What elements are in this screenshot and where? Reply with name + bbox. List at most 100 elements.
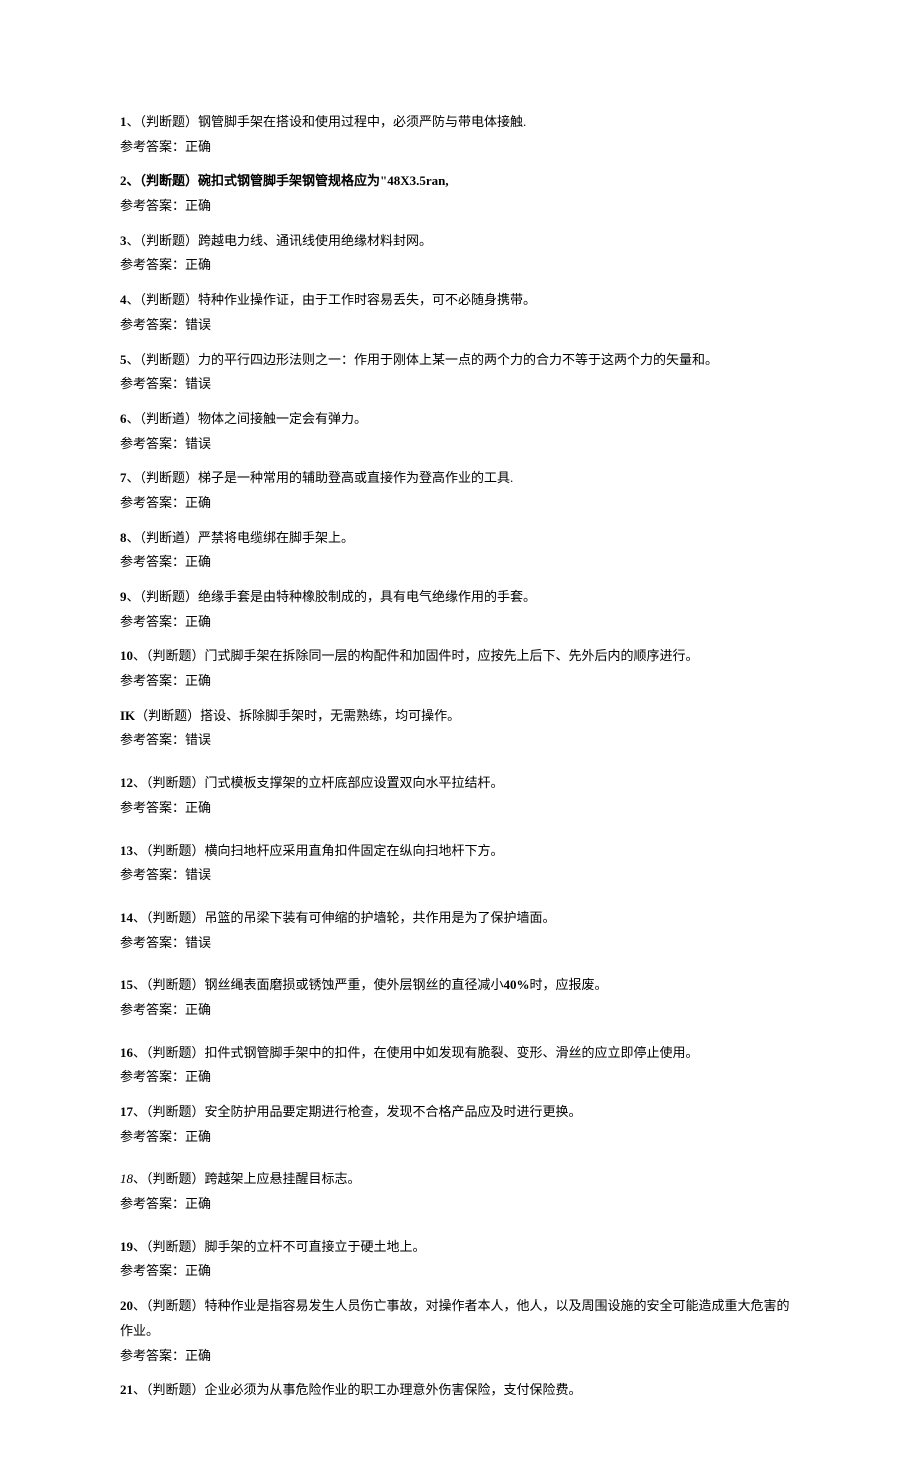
question-text: 、（判断题）特种作业操作证，由于工作时容易丢失，可不必随身携带。 xyxy=(127,292,537,307)
question-line: 3、（判断题）跨越电力线、通讯线使用绝缘材料封网。 xyxy=(120,229,800,254)
answer-value: 正确 xyxy=(185,257,211,272)
answer-label: 参考答案： xyxy=(120,436,185,451)
question-line: IK（判断题）搭设、拆除脚手架时，无需熟练，均可操作。 xyxy=(120,704,800,729)
answer-value: 正确 xyxy=(185,495,211,510)
answer-line: 参考答案：正确 xyxy=(120,491,800,516)
question-line: 21、（判断题）企业必须为从事危险作业的职工办理意外伤害保险，支付保险费。 xyxy=(120,1378,800,1403)
question-text: 、（判断题）扣件式钢管脚手架中的扣件，在使用中如发现有脆裂、变形、滑丝的应立即停… xyxy=(133,1045,699,1060)
answer-label: 参考答案： xyxy=(120,935,185,950)
answer-label: 参考答案： xyxy=(120,317,185,332)
answer-line: 参考答案：正确 xyxy=(120,550,800,575)
question-line: 10、（判断题）门式脚手架在拆除同一层的构配件和加固件时，应按先上后下、先外后内… xyxy=(120,644,800,669)
answer-line: 参考答案：正确 xyxy=(120,796,800,821)
question-line: 13、（判断题）横向扫地杆应采用直角扣件固定在纵向扫地杆下方。 xyxy=(120,839,800,864)
question-text: 、（判断题）脚手架的立杆不可直接立于硬土地上。 xyxy=(133,1239,426,1254)
question-line: 14、（判断题）吊篮的吊梁下装有可伸缩的护墙轮，共作用是为了保护墙面。 xyxy=(120,906,800,931)
answer-line: 参考答案：正确 xyxy=(120,194,800,219)
answer-label: 参考答案： xyxy=(120,614,185,629)
answer-value: 正确 xyxy=(185,1263,211,1278)
question-line: 9、（判断题）绝缘手套是由特种橡胶制成的，具有电气绝缘作用的手套。 xyxy=(120,585,800,610)
question-number: IK xyxy=(120,708,135,723)
document-page: 1、（判断题）钢管脚手架在搭设和使用过程中，必须严防与带电体接触.参考答案：正确… xyxy=(0,0,920,1463)
answer-line: 参考答案：正确 xyxy=(120,1192,800,1217)
answer-value: 错误 xyxy=(185,867,211,882)
question-line: 17、（判断题）安全防护用品要定期进行枪查，发现不合格产品应及时进行更换。 xyxy=(120,1100,800,1125)
answer-value: 错误 xyxy=(185,732,211,747)
question-line: 7、（判断题）梯子是一种常用的辅助登高或直接作为登高作业的工具. xyxy=(120,466,800,491)
answer-line: 参考答案：正确 xyxy=(120,1125,800,1150)
question-line: 15、（判断题）钢丝绳表面磨损或锈蚀严重，使外层钢丝的直径减小40%时，应报废。 xyxy=(120,973,800,998)
answer-line: 参考答案：正确 xyxy=(120,1065,800,1090)
answer-value: 正确 xyxy=(185,1002,211,1017)
answer-value: 正确 xyxy=(185,554,211,569)
question-text: 、（判断题）跨越架上应悬挂醒目标志。 xyxy=(133,1171,361,1186)
question-text: 、（判断题）特种作业是指容易发生人员伤亡事故，对操作者本人，他人，以及周围设施的… xyxy=(120,1298,790,1338)
question-text: 、（判断题）跨越电力线、通讯线使用绝缘材料封网。 xyxy=(127,233,433,248)
question-text: 、（判断题）钢丝绳表面磨损或锈蚀严重，使外层钢丝的直径减小40%时，应报废。 xyxy=(133,977,608,992)
answer-label: 参考答案： xyxy=(120,495,185,510)
answer-label: 参考答案： xyxy=(120,257,185,272)
answer-label: 参考答案： xyxy=(120,554,185,569)
question-text: 、（判断题）安全防护用品要定期进行枪查，发现不合格产品应及时进行更换。 xyxy=(133,1104,582,1119)
question-line: 16、（判断题）扣件式钢管脚手架中的扣件，在使用中如发现有脆裂、变形、滑丝的应立… xyxy=(120,1041,800,1066)
answer-value: 正确 xyxy=(185,673,211,688)
question-line: 18、（判断题）跨越架上应悬挂醒目标志。 xyxy=(120,1167,800,1192)
answer-label: 参考答案： xyxy=(120,1002,185,1017)
question-number: 14 xyxy=(120,910,133,925)
answer-label: 参考答案： xyxy=(120,867,185,882)
question-line: 8、（判断遒）严禁将电缆绑在脚手架上。 xyxy=(120,526,800,551)
answer-value: 正确 xyxy=(185,800,211,815)
question-number: 10 xyxy=(120,648,133,663)
answer-value: 正确 xyxy=(185,1069,211,1084)
answer-line: 参考答案：错误 xyxy=(120,372,800,397)
answer-value: 正确 xyxy=(185,139,211,154)
question-line: 19、（判断题）脚手架的立杆不可直接立于硬土地上。 xyxy=(120,1235,800,1260)
answer-label: 参考答案： xyxy=(120,1263,185,1278)
question-text: 、（判断题）钢管脚手架在搭设和使用过程中，必须严防与带电体接触. xyxy=(127,114,527,129)
answer-line: 参考答案：正确 xyxy=(120,253,800,278)
answer-line: 参考答案：正确 xyxy=(120,610,800,635)
question-number: 12 xyxy=(120,775,133,790)
question-number: 17 xyxy=(120,1104,133,1119)
answer-value: 错误 xyxy=(185,317,211,332)
question-line: 5、（判断题）力的平行四边形法则之一：作用于刚体上某一点的两个力的合力不等于这两… xyxy=(120,348,800,373)
question-number: 18 xyxy=(120,1171,133,1186)
answer-label: 参考答案： xyxy=(120,376,185,391)
question-line: 4、（判断题）特种作业操作证，由于工作时容易丢失，可不必随身携带。 xyxy=(120,288,800,313)
question-text: 、（判断题）吊篮的吊梁下装有可伸缩的护墙轮，共作用是为了保护墙面。 xyxy=(133,910,556,925)
question-number: 20 xyxy=(120,1298,133,1313)
question-text: 、（判断遒）物体之间接触一定会有弹力。 xyxy=(127,411,368,426)
answer-label: 参考答案： xyxy=(120,1069,185,1084)
answer-value: 正确 xyxy=(185,1129,211,1144)
question-text: 、（判断题）梯子是一种常用的辅助登高或直接作为登高作业的工具. xyxy=(127,470,514,485)
answer-label: 参考答案： xyxy=(120,1196,185,1211)
answer-line: 参考答案：错误 xyxy=(120,728,800,753)
answer-label: 参考答案： xyxy=(120,1129,185,1144)
question-text: 、（判断题）绝缘手套是由特种橡胶制成的，具有电气绝缘作用的手套。 xyxy=(127,589,537,604)
question-number: 15 xyxy=(120,977,133,992)
answer-line: 参考答案：正确 xyxy=(120,1344,800,1369)
answer-line: 参考答案：正确 xyxy=(120,135,800,160)
answer-value: 正确 xyxy=(185,1348,211,1363)
question-text: 、（判断题）横向扫地杆应采用直角扣件固定在纵向扫地杆下方。 xyxy=(133,843,504,858)
question-text: 、（判断题）门式脚手架在拆除同一层的构配件和加固件时，应按先上后下、先外后内的顺… xyxy=(133,648,699,663)
answer-label: 参考答案： xyxy=(120,673,185,688)
answer-value: 正确 xyxy=(185,614,211,629)
answer-line: 参考答案：错误 xyxy=(120,863,800,888)
answer-line: 参考答案：正确 xyxy=(120,1259,800,1284)
answer-line: 参考答案：错误 xyxy=(120,432,800,457)
question-text: 、（判断遒）严禁将电缆绑在脚手架上。 xyxy=(127,530,355,545)
answer-label: 参考答案： xyxy=(120,139,185,154)
question-number: 13 xyxy=(120,843,133,858)
question-line: 6、（判断遒）物体之间接触一定会有弹力。 xyxy=(120,407,800,432)
answer-value: 正确 xyxy=(185,1196,211,1211)
answer-label: 参考答案： xyxy=(120,1348,185,1363)
answer-line: 参考答案：正确 xyxy=(120,998,800,1023)
question-text: （判断题）搭设、拆除脚手架时，无需熟练，均可操作。 xyxy=(135,708,460,723)
answer-value: 正确 xyxy=(185,198,211,213)
question-line: 1、（判断题）钢管脚手架在搭设和使用过程中，必须严防与带电体接触. xyxy=(120,110,800,135)
question-number: 21 xyxy=(120,1382,133,1397)
answer-value: 错误 xyxy=(185,436,211,451)
question-number: 19 xyxy=(120,1239,133,1254)
answer-line: 参考答案：错误 xyxy=(120,313,800,338)
